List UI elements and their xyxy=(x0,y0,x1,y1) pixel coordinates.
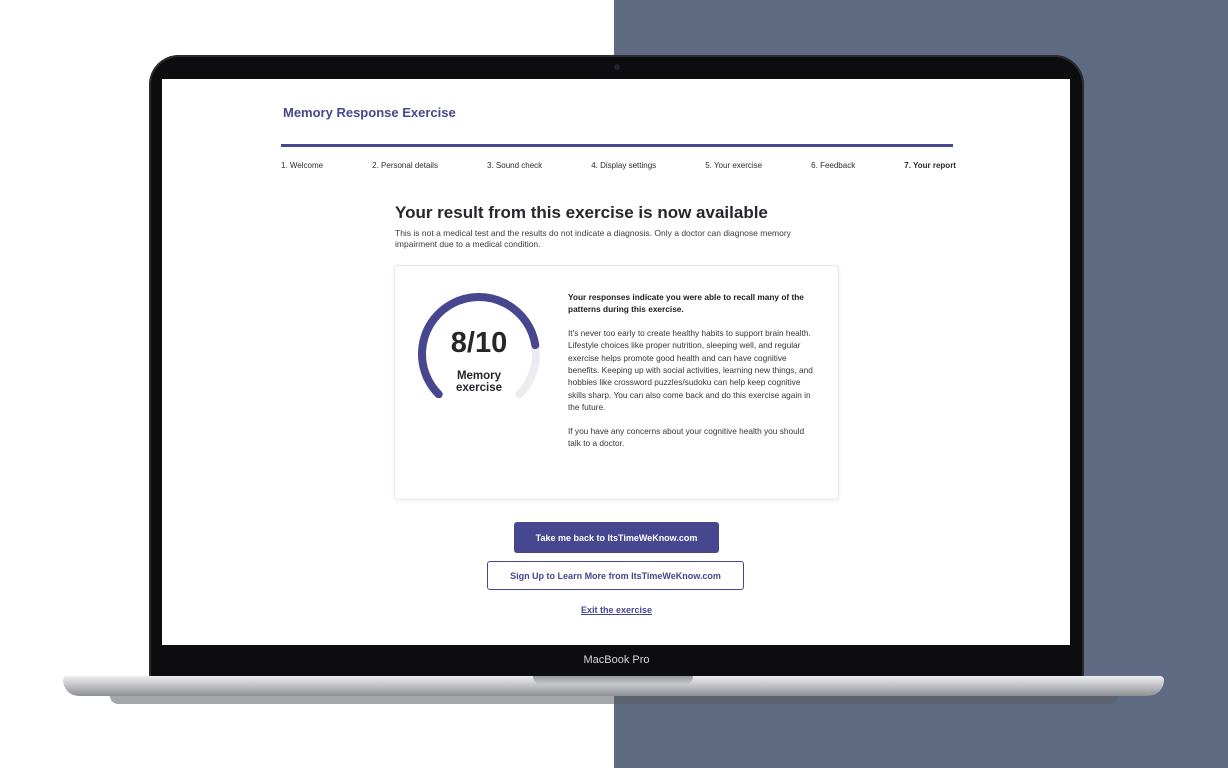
app-title: Memory Response Exercise xyxy=(283,105,456,120)
step-7: 7. Your report xyxy=(904,161,956,170)
exit-exercise-link[interactable]: Exit the exercise xyxy=(515,605,718,615)
sign-up-button[interactable]: Sign Up to Learn More from ItsTimeWeKnow… xyxy=(487,561,744,590)
step-1: 1. Welcome xyxy=(281,161,324,170)
result-description: Your responses indicate you were able to… xyxy=(568,291,818,460)
step-2: 2. Personal details xyxy=(372,161,438,170)
step-5: 5. Your exercise xyxy=(705,161,763,170)
step-3: 3. Sound check xyxy=(487,161,543,170)
disclaimer-text: This is not a medical test and the resul… xyxy=(395,228,791,249)
step-4: 4. Display settings xyxy=(591,161,657,170)
score-value: 8/10 xyxy=(450,327,508,359)
result-heading: Your result from this exercise is now av… xyxy=(395,203,768,222)
step-navigation: 1. Welcome 2. Personal details 3. Sound ch… xyxy=(281,161,956,170)
camera-icon xyxy=(614,64,620,70)
result-summary: Your responses indicate you were able to… xyxy=(568,292,804,315)
back-to-site-button[interactable]: Take me back to ItsTimeWeKnow.com xyxy=(514,522,719,553)
laptop-notch xyxy=(533,676,693,685)
score-label: Memory exercise xyxy=(455,370,503,394)
progress-bar-fill xyxy=(281,144,953,147)
progress-bar xyxy=(281,144,953,147)
laptop-shadow xyxy=(110,696,1118,704)
result-card: 8/10 Memory exercise Your responses indi… xyxy=(394,265,839,500)
doctor-advice-paragraph: If you have any concerns about your cogn… xyxy=(568,425,805,449)
device-label: MacBook Pro xyxy=(583,654,650,666)
laptop-lid: Memory Response Exercise 1. Welcome 2. Pe… xyxy=(149,55,1084,680)
laptop-base xyxy=(63,676,1164,696)
laptop-screen: Memory Response Exercise 1. Welcome 2. Pe… xyxy=(162,79,1070,645)
step-6: 6. Feedback xyxy=(811,161,856,170)
advice-paragraph: It's never too early to create healthy h… xyxy=(568,327,813,413)
